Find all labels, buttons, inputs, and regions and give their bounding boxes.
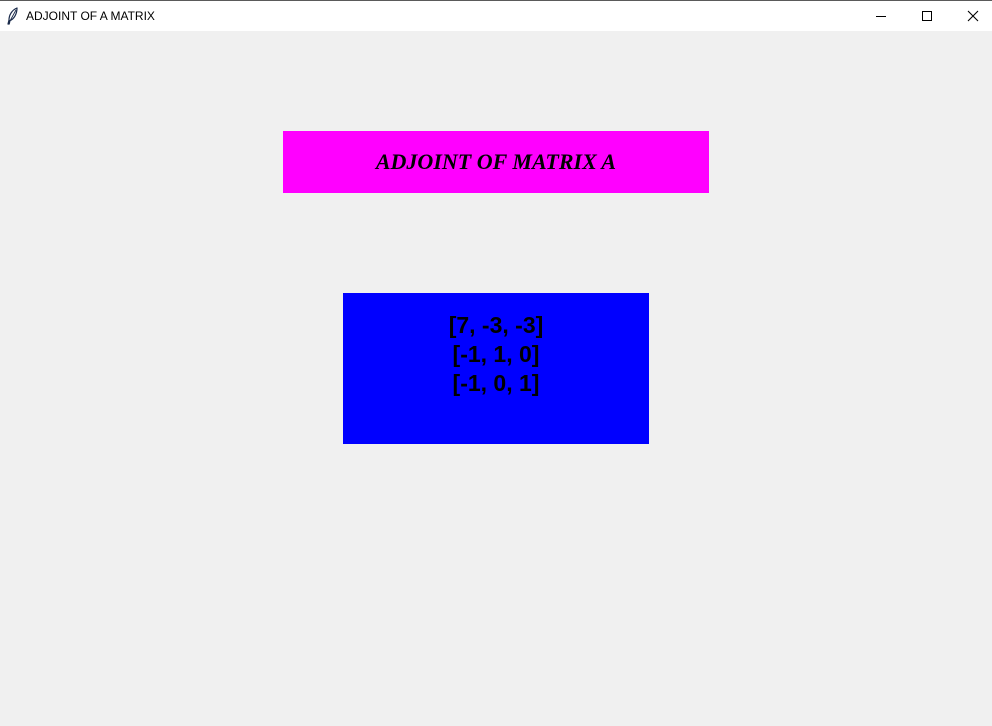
maximize-button[interactable] xyxy=(904,1,950,31)
matrix-row-1: [7, -3, -3] xyxy=(448,312,544,338)
window-title: ADJOINT OF A MATRIX xyxy=(26,9,155,23)
matrix-row-2: [-1, 1, 0] xyxy=(452,341,540,367)
heading-label: ADJOINT OF MATRIX A xyxy=(283,131,709,193)
matrix-display: [7, -3, -3] [-1, 1, 0] [-1, 0, 1] xyxy=(343,293,649,444)
app-window: ADJOINT OF A MATRIX ADJOINT OF MATRIX A … xyxy=(0,0,992,726)
close-icon xyxy=(967,10,979,22)
minimize-icon xyxy=(875,10,887,22)
minimize-button[interactable] xyxy=(858,1,904,31)
feather-icon xyxy=(6,7,20,25)
matrix-row-3: [-1, 0, 1] xyxy=(452,370,540,396)
title-bar[interactable]: ADJOINT OF A MATRIX xyxy=(0,0,992,31)
heading-text: ADJOINT OF MATRIX A xyxy=(375,149,617,174)
close-button[interactable] xyxy=(950,1,992,31)
maximize-icon xyxy=(921,10,933,22)
